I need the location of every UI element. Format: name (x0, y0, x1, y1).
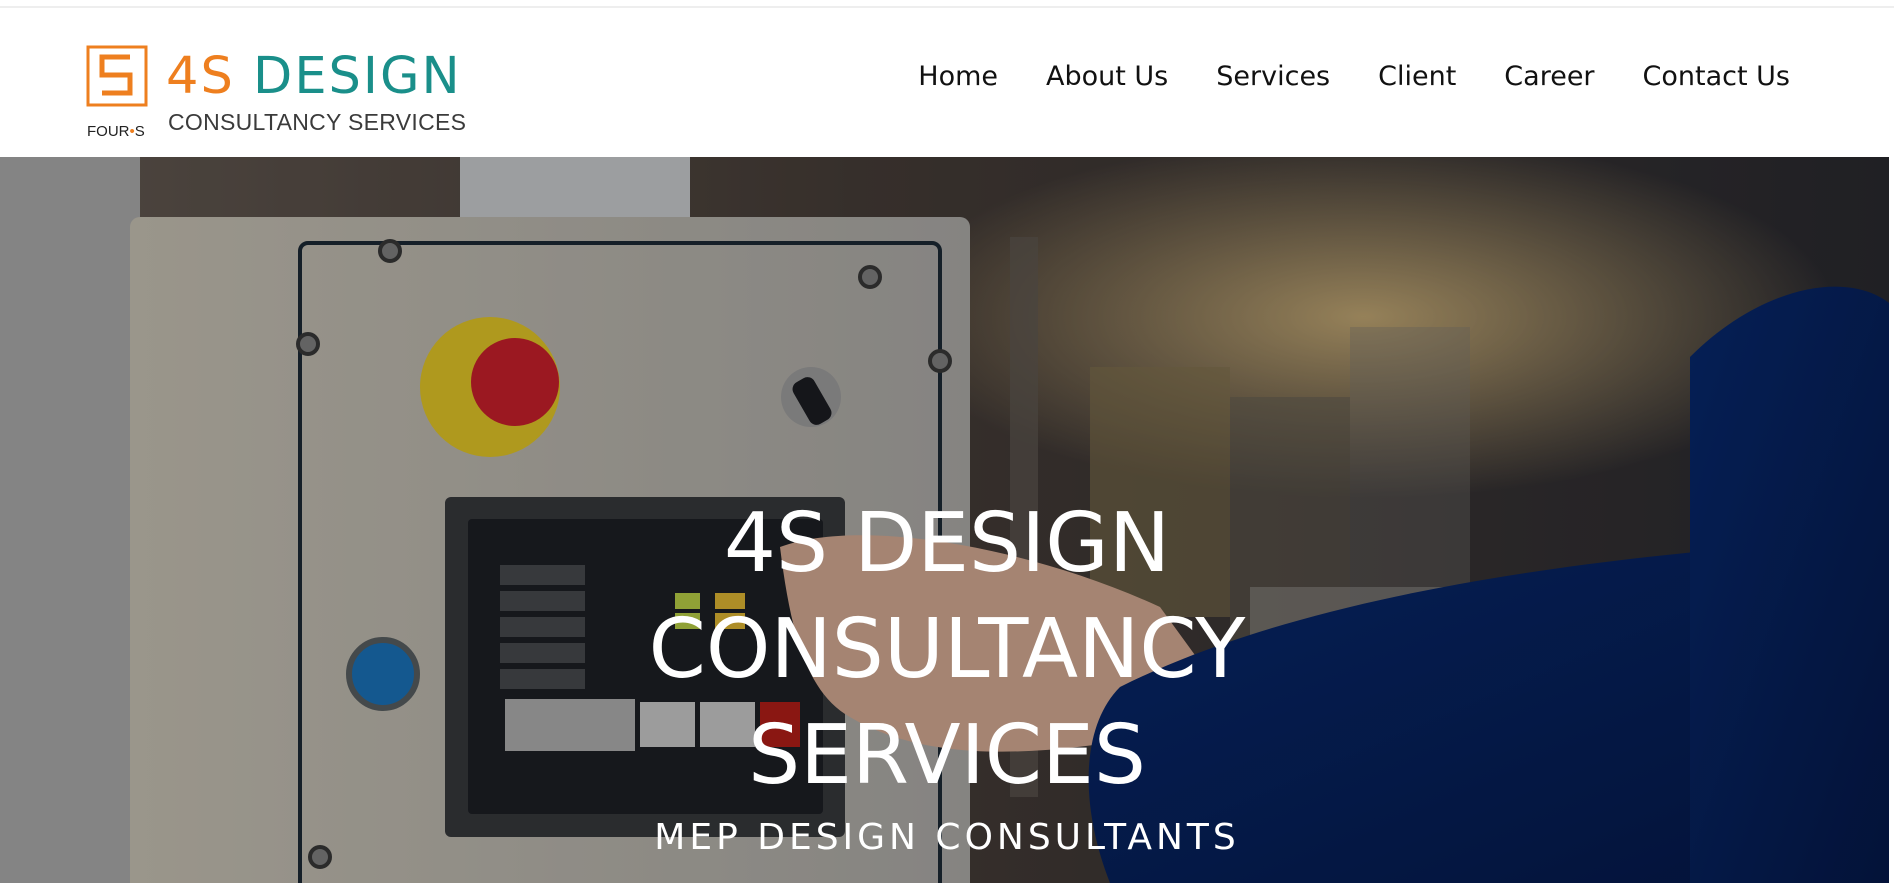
brand-name-word: DESIGN (253, 47, 462, 106)
logo-mark-icon (86, 45, 148, 107)
top-border (0, 0, 1894, 8)
site-header: 4S DESIGN CONSULTANCY SERVICES FOUR•S Ho… (0, 9, 1894, 157)
hero-subtitle: MEP DESIGN CONSULTANTS (654, 817, 1240, 858)
hero-title-line-3: SERVICES (748, 708, 1146, 803)
vertical-scrollbar[interactable] (1889, 157, 1894, 883)
brand-name: 4S DESIGN (166, 47, 462, 107)
hero-banner: 4S DESIGN CONSULTANCY SERVICES MEP DESIG… (0, 157, 1894, 883)
nav-services[interactable]: Services (1216, 61, 1330, 92)
nav-about-us[interactable]: About Us (1046, 61, 1168, 92)
brand-fours-left: FOUR (87, 123, 130, 140)
brand-fours-right: S (134, 123, 145, 140)
nav-home[interactable]: Home (918, 61, 998, 92)
site-logo[interactable]: 4S DESIGN CONSULTANCY SERVICES FOUR•S (86, 45, 466, 141)
hero-title-line-2: CONSULTANCY (648, 602, 1246, 697)
brand-name-number: 4S (166, 47, 235, 106)
nav-contact-us[interactable]: Contact Us (1643, 61, 1790, 92)
brand-fours-label: FOUR•S (87, 123, 145, 140)
nav-career[interactable]: Career (1504, 61, 1594, 92)
hero-title-line-1: 4S DESIGN (723, 496, 1171, 591)
main-navigation: Home About Us Services Client Career Con… (918, 61, 1790, 92)
hero-title: 4S DESIGN CONSULTANCY SERVICES (0, 491, 1894, 809)
nav-client[interactable]: Client (1378, 61, 1456, 92)
brand-tagline: CONSULTANCY SERVICES (168, 109, 467, 135)
